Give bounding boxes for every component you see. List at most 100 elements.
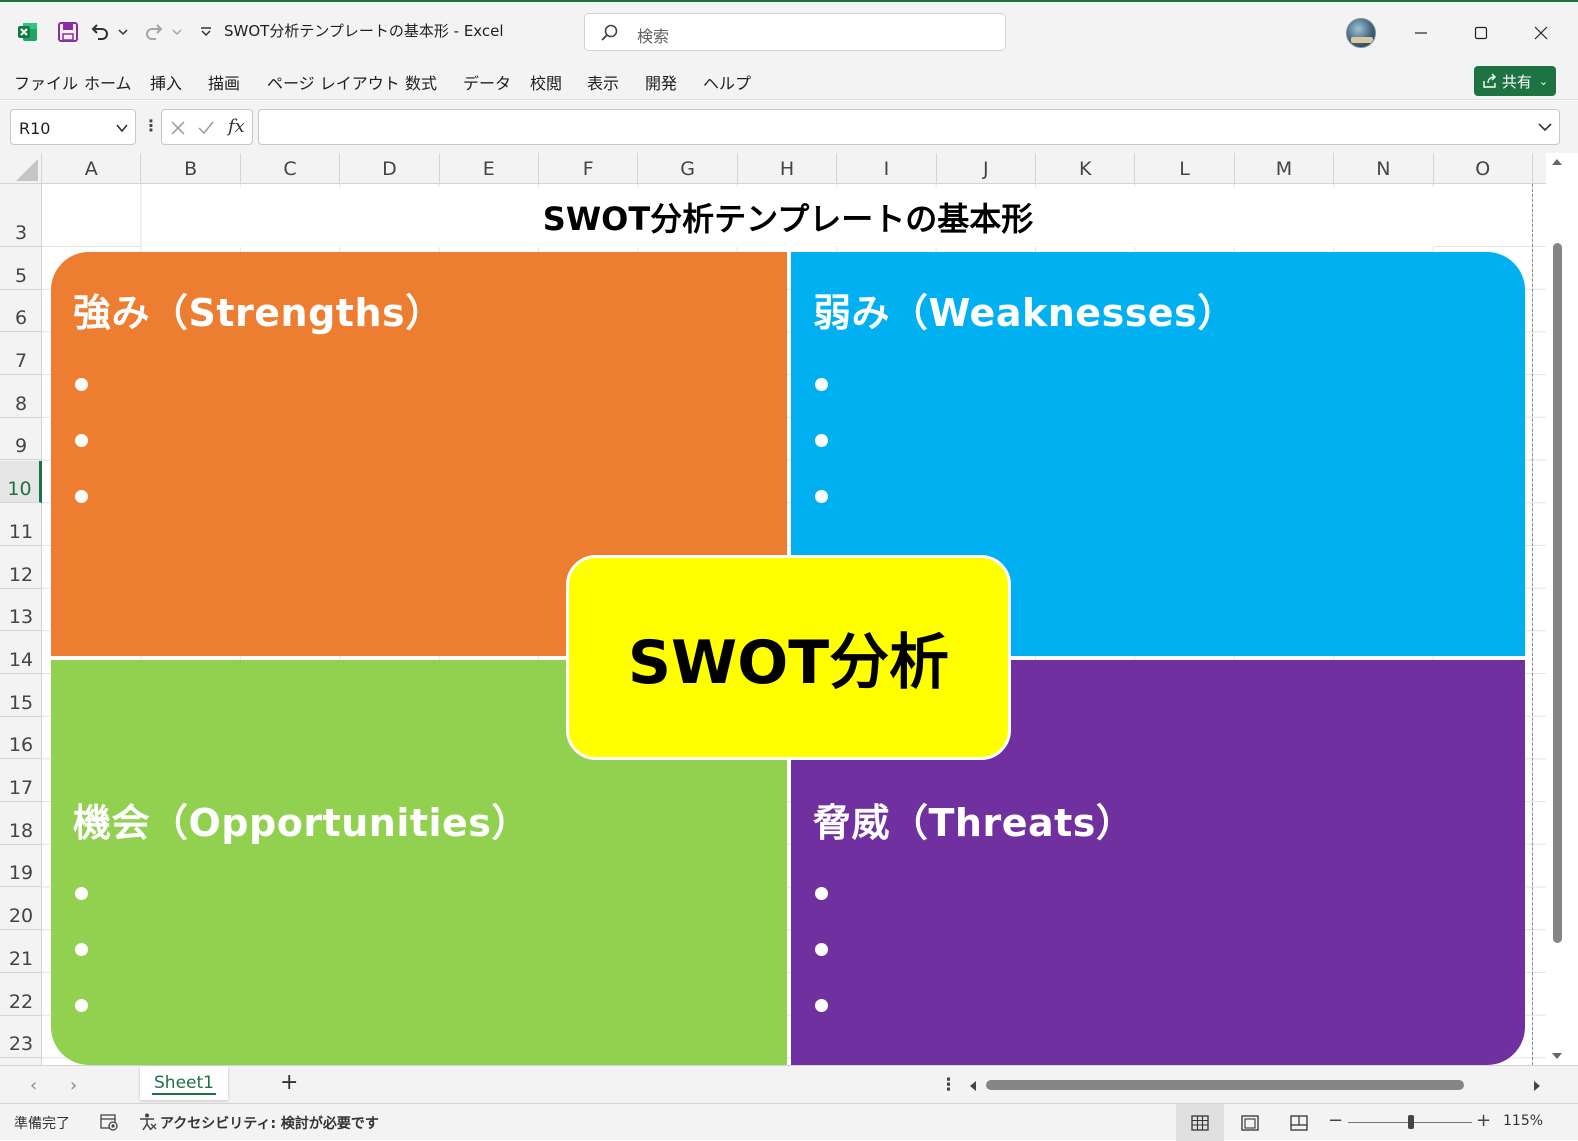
row-header-12[interactable]: 12 bbox=[0, 546, 42, 589]
row-header-13[interactable]: 13 bbox=[0, 589, 42, 632]
zoom-out-button[interactable]: − bbox=[1328, 1110, 1343, 1131]
row-header-17[interactable]: 17 bbox=[0, 759, 42, 803]
close-button[interactable] bbox=[1526, 18, 1556, 48]
horizontal-scroll-thumb[interactable] bbox=[986, 1080, 1464, 1090]
column-header-c[interactable]: C bbox=[241, 153, 341, 184]
row-header-18[interactable]: 18 bbox=[0, 802, 42, 845]
vertical-scroll-thumb[interactable] bbox=[1553, 243, 1562, 943]
search-input[interactable]: 検索 bbox=[584, 13, 1006, 51]
normal-view-button[interactable] bbox=[1176, 1104, 1224, 1141]
tab-data[interactable]: データ bbox=[463, 70, 511, 94]
share-label: 共有 bbox=[1501, 72, 1532, 91]
insert-function-button[interactable]: fx bbox=[228, 116, 245, 137]
add-sheet-button[interactable]: + bbox=[280, 1070, 298, 1095]
more-options-icon[interactable]: ⋮ bbox=[143, 116, 159, 135]
row-header-16[interactable]: 16 bbox=[0, 717, 42, 760]
accessibility-status[interactable]: アクセシビリティ: 検討が必要です bbox=[160, 1113, 379, 1133]
row-header-5[interactable]: 5 bbox=[0, 247, 42, 290]
page-layout-icon bbox=[1241, 1114, 1259, 1131]
tab-draw[interactable]: 描画 bbox=[208, 70, 240, 94]
row-header-15[interactable]: 15 bbox=[0, 674, 42, 717]
row-header-14[interactable]: 14 bbox=[0, 631, 42, 674]
column-header-k[interactable]: K bbox=[1036, 153, 1136, 184]
formula-input[interactable] bbox=[258, 109, 1560, 145]
row-header-9[interactable]: 9 bbox=[0, 418, 42, 461]
search-icon bbox=[601, 24, 618, 41]
row-header-3[interactable]: 3 bbox=[0, 184, 42, 247]
row-header-8[interactable]: 8 bbox=[0, 375, 42, 418]
scroll-down-icon[interactable] bbox=[1551, 1051, 1563, 1061]
row-header-20[interactable]: 20 bbox=[0, 888, 42, 931]
page-layout-view-button[interactable] bbox=[1226, 1104, 1274, 1141]
row-header-7[interactable]: 7 bbox=[0, 332, 42, 376]
column-header-a[interactable]: A bbox=[42, 153, 142, 184]
redo-dropdown-icon[interactable] bbox=[170, 16, 184, 48]
check-icon[interactable] bbox=[196, 118, 216, 138]
column-header-e[interactable]: E bbox=[440, 153, 539, 184]
minimize-button[interactable] bbox=[1406, 18, 1436, 48]
sheet-tab[interactable]: Sheet1 bbox=[140, 1066, 228, 1100]
zoom-level[interactable]: 115% bbox=[1503, 1113, 1543, 1129]
row-header-11[interactable]: 11 bbox=[0, 503, 42, 546]
scroll-left-icon[interactable] bbox=[968, 1080, 978, 1092]
tab-home[interactable]: ホーム bbox=[84, 70, 132, 94]
vertical-scrollbar[interactable] bbox=[1546, 153, 1568, 1065]
threats-bullet bbox=[815, 999, 828, 1012]
column-header-m[interactable]: M bbox=[1235, 153, 1335, 184]
customize-qat-icon[interactable] bbox=[190, 16, 222, 48]
tab-review[interactable]: 校閲 bbox=[530, 70, 562, 94]
tab-insert[interactable]: 挿入 bbox=[150, 70, 182, 94]
column-header-j[interactable]: J bbox=[937, 153, 1036, 184]
column-header-o[interactable]: O bbox=[1434, 153, 1533, 184]
column-header-b[interactable]: B bbox=[141, 153, 241, 184]
column-header-f[interactable]: F bbox=[539, 153, 639, 184]
cancel-icon[interactable] bbox=[168, 118, 188, 138]
row-header-10[interactable]: 10 bbox=[0, 460, 42, 504]
tab-file[interactable]: ファイル bbox=[14, 70, 78, 94]
sheet-title[interactable]: SWOT分析テンプレートの基本形 bbox=[142, 187, 1434, 247]
avatar[interactable] bbox=[1346, 18, 1376, 48]
row-header-19[interactable]: 19 bbox=[0, 845, 42, 888]
tab-view[interactable]: 表示 bbox=[587, 70, 619, 94]
next-sheet-icon[interactable]: › bbox=[70, 1075, 77, 1096]
swot-center-label[interactable]: SWOT分析 bbox=[566, 555, 1011, 760]
zoom-in-button[interactable]: + bbox=[1476, 1110, 1491, 1131]
tab-developer[interactable]: 開発 bbox=[645, 70, 677, 94]
tab-help[interactable]: ヘルプ bbox=[703, 70, 751, 94]
tab-formulas[interactable]: 数式 bbox=[405, 70, 437, 94]
page-break-view-button[interactable] bbox=[1275, 1104, 1323, 1141]
row-header-23[interactable]: 23 bbox=[0, 1016, 42, 1059]
save-icon[interactable] bbox=[52, 16, 84, 48]
accessibility-icon[interactable] bbox=[138, 1112, 158, 1132]
prev-sheet-icon[interactable]: ‹ bbox=[30, 1075, 37, 1096]
column-header-g[interactable]: G bbox=[638, 153, 738, 184]
maximize-button[interactable] bbox=[1466, 18, 1496, 48]
tab-page-layout[interactable]: ページ レイアウト bbox=[267, 70, 400, 94]
row-header-6[interactable]: 6 bbox=[0, 290, 42, 333]
undo-dropdown-icon[interactable] bbox=[116, 16, 130, 48]
macro-record-icon[interactable] bbox=[99, 1112, 119, 1132]
horizontal-scrollbar[interactable] bbox=[966, 1075, 1548, 1095]
strengths-bullet bbox=[75, 490, 88, 503]
excel-logo-icon bbox=[12, 16, 44, 48]
scroll-up-icon[interactable] bbox=[1551, 157, 1563, 167]
minimize-icon bbox=[1415, 32, 1427, 34]
select-all-button[interactable] bbox=[0, 153, 42, 184]
more-options-icon[interactable]: ⋮ bbox=[940, 1075, 957, 1095]
share-button[interactable]: 共有 ⌄ bbox=[1474, 66, 1556, 96]
zoom-slider-thumb[interactable] bbox=[1408, 1115, 1414, 1129]
column-header-i[interactable]: I bbox=[837, 153, 937, 184]
redo-icon[interactable] bbox=[138, 16, 170, 48]
column-header-l[interactable]: L bbox=[1135, 153, 1235, 184]
row-header-22[interactable]: 22 bbox=[0, 973, 42, 1016]
scroll-right-icon[interactable] bbox=[1532, 1080, 1542, 1092]
name-box[interactable]: R10 bbox=[10, 109, 136, 145]
row-header-21[interactable]: 21 bbox=[0, 930, 42, 973]
undo-icon[interactable] bbox=[84, 16, 116, 48]
threats-bullet bbox=[815, 943, 828, 956]
chevron-down-icon[interactable] bbox=[1537, 120, 1553, 134]
chevron-down-icon[interactable] bbox=[115, 122, 129, 134]
column-header-n[interactable]: N bbox=[1334, 153, 1434, 184]
column-header-d[interactable]: D bbox=[340, 153, 440, 184]
column-header-h[interactable]: H bbox=[738, 153, 838, 184]
